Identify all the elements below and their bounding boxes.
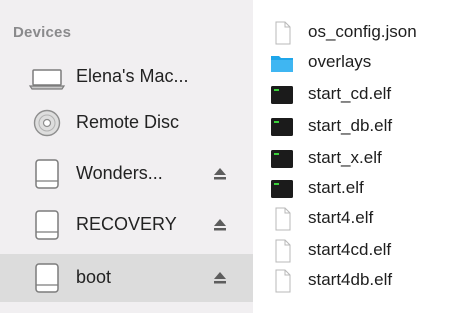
document-icon: [269, 21, 295, 45]
drive-icon: [28, 158, 66, 190]
file-name: start.elf: [308, 178, 364, 197]
document-icon: [269, 269, 295, 293]
sidebar-item-wonders[interactable]: Wonders...: [0, 152, 253, 196]
sidebar-item-boot[interactable]: boot: [0, 254, 253, 302]
eject-icon[interactable]: [213, 218, 227, 232]
file-row[interactable]: start.elf: [253, 174, 460, 204]
file-row[interactable]: start_x.elf: [253, 144, 460, 174]
file-name: start4db.elf: [308, 270, 393, 289]
file-row[interactable]: start4.elf: [253, 204, 460, 234]
sidebar-item-label: boot: [76, 267, 112, 287]
file-row[interactable]: start4cd.elf: [253, 236, 460, 266]
sidebar-item-label: Elena's Mac...: [76, 66, 189, 86]
document-icon: [269, 207, 295, 231]
sidebar-item-remote-disc[interactable]: Remote Disc: [0, 101, 253, 145]
executable-icon: [269, 83, 295, 107]
file-name: os_config.json: [308, 22, 417, 41]
executable-icon: [269, 177, 295, 201]
laptop-icon: [28, 61, 66, 93]
file-name: start_x.elf: [308, 148, 382, 167]
sidebar-item-recovery[interactable]: RECOVERY: [0, 203, 253, 247]
sidebar-item-elenas-mac[interactable]: Elena's Mac...: [0, 55, 253, 99]
disc-icon: [28, 107, 66, 139]
file-name: overlays: [308, 52, 372, 71]
file-name: start4.elf: [308, 208, 374, 227]
file-list: os_config.json overlays start_cd.elf sta…: [253, 0, 460, 313]
drive-icon: [28, 209, 66, 241]
executable-icon: [269, 147, 295, 171]
sidebar: Devices Elena's Mac... Remote Disc Wonde…: [0, 0, 253, 313]
sidebar-item-label: Remote Disc: [76, 112, 180, 132]
eject-icon[interactable]: [213, 167, 227, 181]
file-name: start4cd.elf: [308, 240, 392, 259]
file-row[interactable]: os_config.json: [253, 18, 460, 48]
devices-section-header: Devices: [13, 24, 72, 41]
file-row[interactable]: start_db.elf: [253, 112, 460, 142]
drive-icon: [28, 262, 66, 294]
sidebar-item-label: RECOVERY: [76, 214, 177, 234]
sidebar-item-label: Wonders...: [76, 163, 163, 183]
file-row[interactable]: overlays: [253, 48, 460, 78]
file-name: start_cd.elf: [308, 84, 392, 103]
file-row[interactable]: start4db.elf: [253, 266, 460, 296]
eject-icon[interactable]: [213, 271, 227, 285]
executable-icon: [269, 115, 295, 139]
file-row[interactable]: start_cd.elf: [253, 80, 460, 110]
folder-icon: [269, 51, 295, 75]
document-icon: [269, 239, 295, 263]
file-name: start_db.elf: [308, 116, 393, 135]
